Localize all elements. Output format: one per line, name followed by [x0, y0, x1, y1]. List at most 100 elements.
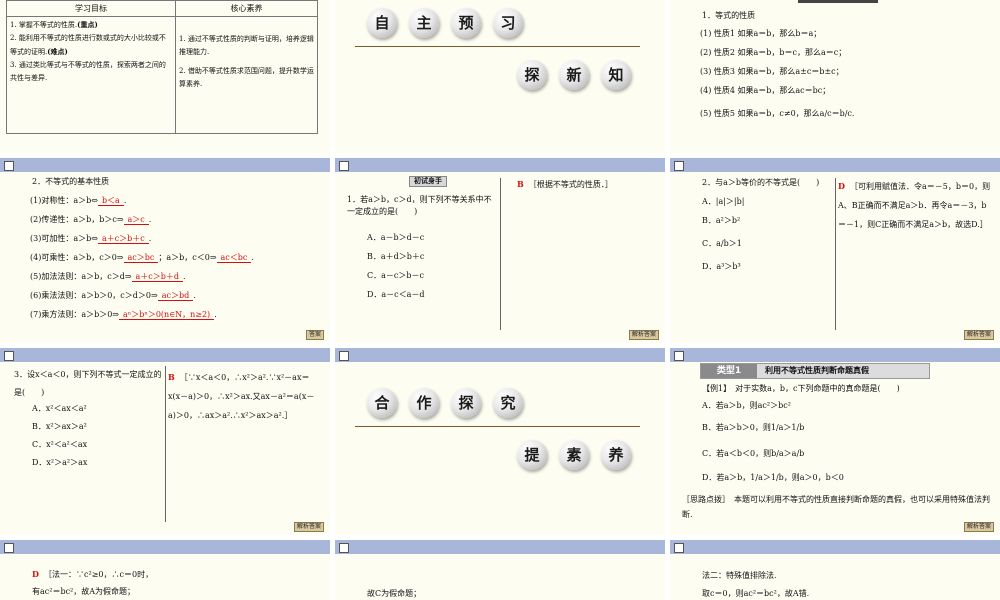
heading: 2．不等式的基本性质	[32, 177, 110, 186]
slide-icon	[339, 161, 349, 171]
hint-text: ［思路点拨］ 本题可以利用不等式的性质直接判断命题的真假，也可以采用特殊值法判断…	[682, 495, 990, 519]
option: C．a－c＞b－c	[367, 271, 424, 280]
rule-row: (6)乘法法则：a＞b＞0，c＞d＞0⇒ ac＞bd.	[30, 291, 196, 301]
section-tag: 初试身手	[409, 176, 447, 187]
slide-icon	[339, 543, 349, 553]
title-ball: 新	[559, 60, 589, 90]
slide-header-bar	[670, 348, 1000, 362]
option: A．|a|＞|b|	[702, 197, 745, 206]
slide-thumbnail-5[interactable]: 初试身手 1．若a＞b，c＞d，则下列不等关系中不一定成立的是( ) A．a－b…	[335, 158, 665, 343]
column-divider	[165, 366, 166, 522]
analysis-answer-button[interactable]: 解析答案	[293, 522, 324, 532]
answer-text: D ［可利用赋值法．令a＝－5，b＝0，则A、B正确而不满足a＞b．再令a＝－3…	[838, 181, 991, 229]
option: D．x²＞a²＞ax	[32, 458, 88, 467]
title-ball: 预	[451, 8, 481, 38]
goals-cell: 1. 掌握不等式的性质.(重点) 2. 能利用不等式的性质进行数或式的大小比较或…	[6, 16, 176, 134]
option: A．a－b＞d－c	[367, 233, 425, 242]
slide-header-bar	[0, 158, 330, 172]
option: C．a/b＞1	[702, 239, 742, 248]
slide-icon	[674, 161, 684, 171]
question-text: 2．与a＞b等价的不等式是( )	[702, 178, 820, 187]
answer-text: 法二：特殊值排除法.	[702, 571, 777, 580]
slide-thumbnail-11[interactable]: 故C为假命题；	[335, 540, 665, 600]
answer-text: 取c＝0，则ac²＝bc²，故A错.	[702, 589, 810, 598]
title-ball: 素	[559, 440, 589, 470]
title-ball: 知	[601, 60, 631, 90]
rule-row: (3)可加性：a＞b⇔ a＋c＞b＋c.	[30, 234, 152, 244]
option: B．若a＞b＞0，则1/a＞1/b	[702, 423, 805, 432]
option: D．a－c＜a－d	[367, 290, 425, 299]
title-ball: 提	[517, 440, 547, 470]
option: A．x²＜ax＜a²	[32, 404, 87, 413]
top-tab-marker	[798, 0, 878, 3]
slide-header-bar	[670, 540, 1000, 554]
slide-icon	[4, 351, 14, 361]
core-cell: 1. 通过不等式性质的判断与证明，培养逻辑推理能力. 2. 借助不等式性质求范围…	[175, 16, 318, 134]
title-ball: 探	[451, 388, 481, 418]
slide-thumbnail-12[interactable]: 法二：特殊值排除法. 取c＝0，则ac²＝bc²，故A错.	[670, 540, 1000, 600]
slide-header-bar	[335, 348, 665, 362]
heading: 1．等式的性质	[702, 11, 756, 20]
slide-thumbnail-6[interactable]: 2．与a＞b等价的不等式是( ) A．|a|＞|b| B．a²＞b² C．a/b…	[670, 158, 1000, 343]
slide-thumbnail-8[interactable]: 合 作 探 究 提 素 养	[335, 348, 665, 535]
example-text: 【例1】 对于实数a，b，c下列命题中的真命题是( )	[702, 384, 900, 393]
option: A．若a＞b，则ac²＞bc²	[702, 401, 791, 410]
property-item: (1) 性质1 如果a＝b，那么b＝a；	[700, 29, 822, 38]
rule-row: (7)乘方法则：a＞b＞0⇒ aⁿ＞bⁿ＞0(n∈N，n≥2).	[30, 310, 217, 320]
slide-icon	[339, 351, 349, 361]
answer-text: B ［∵x＜a＜0，∴x²＞a².∵x²－ax＝x(x－a)＞0，∴x²＞ax.…	[168, 372, 315, 420]
answer-text: B ［根据不等式的性质．］	[517, 179, 613, 189]
option: D．若a＞b，1/a＞1/b，则a＞0，b＜0	[702, 473, 844, 482]
analysis-answer-button[interactable]: 解析答案	[628, 330, 659, 340]
option: C．x²＜a²＜ax	[32, 440, 88, 449]
slide-thumbnail-9[interactable]: 类型1 利用不等式性质判断命题真假 【例1】 对于实数a，b，c下列命题中的真命…	[670, 348, 1000, 535]
type-heading: 类型1 利用不等式性质判断命题真假	[700, 363, 930, 379]
slide-thumbnail-7[interactable]: 3．设x＜a＜0，则下列不等式一定成立的是( ) A．x²＜ax＜a² B．x²…	[0, 348, 330, 535]
rule-row: (1)对称性：a＞b⇔ b＜a.	[30, 196, 127, 206]
title-ball: 主	[409, 8, 439, 38]
slide-thumbnail-4[interactable]: 2．不等式的基本性质 (1)对称性：a＞b⇔ b＜a. (2)传递性：a＞b，b＞…	[0, 158, 330, 343]
answer-text: 故C为假命题；	[367, 589, 422, 598]
column-divider	[500, 178, 501, 330]
analysis-answer-button[interactable]: 解析答案	[963, 330, 994, 340]
slide-header-bar	[335, 158, 665, 172]
title-ball: 作	[409, 388, 439, 418]
rule-row: (2)传递性：a＞b，b＞c⇒ a＞c.	[30, 215, 152, 225]
question-text: 3．设x＜a＜0，则下列不等式一定成立的是( )	[14, 370, 162, 397]
option: B．a＋d＞b＋c	[367, 252, 425, 261]
question-text: 1．若a＞b，c＞d，则下列不等关系中不一定成立的是( )	[347, 195, 492, 216]
slide-icon	[4, 543, 14, 553]
column-divider	[835, 178, 836, 330]
option: C．若a＜b＜0，则b/a＞a/b	[702, 449, 805, 458]
slide-header-bar	[0, 540, 330, 554]
divider-line	[355, 426, 640, 427]
rule-row: (5)加法法则：a＞b，c＞d⇒ a＋c＞b＋d.	[30, 272, 186, 282]
slide-thumbnail-3[interactable]: 1．等式的性质 (1) 性质1 如果a＝b，那么b＝a； (2) 性质2 如果a…	[670, 0, 1000, 153]
core-col-header: 核心素养	[175, 0, 318, 17]
slide-thumbnail-10[interactable]: D ［法一：∵c²≥0，∴c＝0时， 有ac²＝bc²，故A为假命题；	[0, 540, 330, 600]
goals-table: 学习目标 核心素养 1. 掌握不等式的性质.(重点) 2. 能利用不等式的性质进…	[6, 0, 318, 134]
title-ball: 自	[367, 8, 397, 38]
title-ball: 究	[493, 388, 523, 418]
rule-row: (4)可乘性：a＞b，c＞0⇒ ac＞bc ；a＞b，c＜0⇒ ac＜bc.	[30, 253, 254, 263]
option: D．a³＞b³	[702, 262, 741, 271]
option: B．x²＞ax＞a²	[32, 422, 87, 431]
answer-text: 有ac²＝bc²，故A为假命题；	[32, 587, 136, 596]
property-item: (5) 性质5 如果a＝b，c≠0，那么a/c＝b/c.	[700, 109, 855, 118]
slide-icon	[4, 161, 14, 171]
slide-header-bar	[0, 348, 330, 362]
title-ball: 习	[493, 8, 523, 38]
option: B．a²＞b²	[702, 216, 741, 225]
slide-header-bar	[335, 540, 665, 554]
property-item: (2) 性质2 如果a＝b，b＝c，那么a＝c；	[700, 48, 847, 57]
analysis-answer-button[interactable]: 解析答案	[963, 522, 994, 532]
slide-thumbnail-1[interactable]: 学习目标 核心素养 1. 掌握不等式的性质.(重点) 2. 能利用不等式的性质进…	[0, 0, 330, 153]
slide-icon	[674, 351, 684, 361]
goals-col-header: 学习目标	[6, 0, 176, 17]
slide-header-bar	[670, 158, 1000, 172]
title-ball: 探	[517, 60, 547, 90]
title-ball: 养	[601, 440, 631, 470]
property-item: (3) 性质3 如果a＝b，那么a±c＝b±c；	[700, 67, 844, 76]
answer-button[interactable]: 答案	[305, 330, 324, 340]
slide-thumbnail-2[interactable]: 自 主 预 习 探 新 知	[335, 0, 665, 153]
